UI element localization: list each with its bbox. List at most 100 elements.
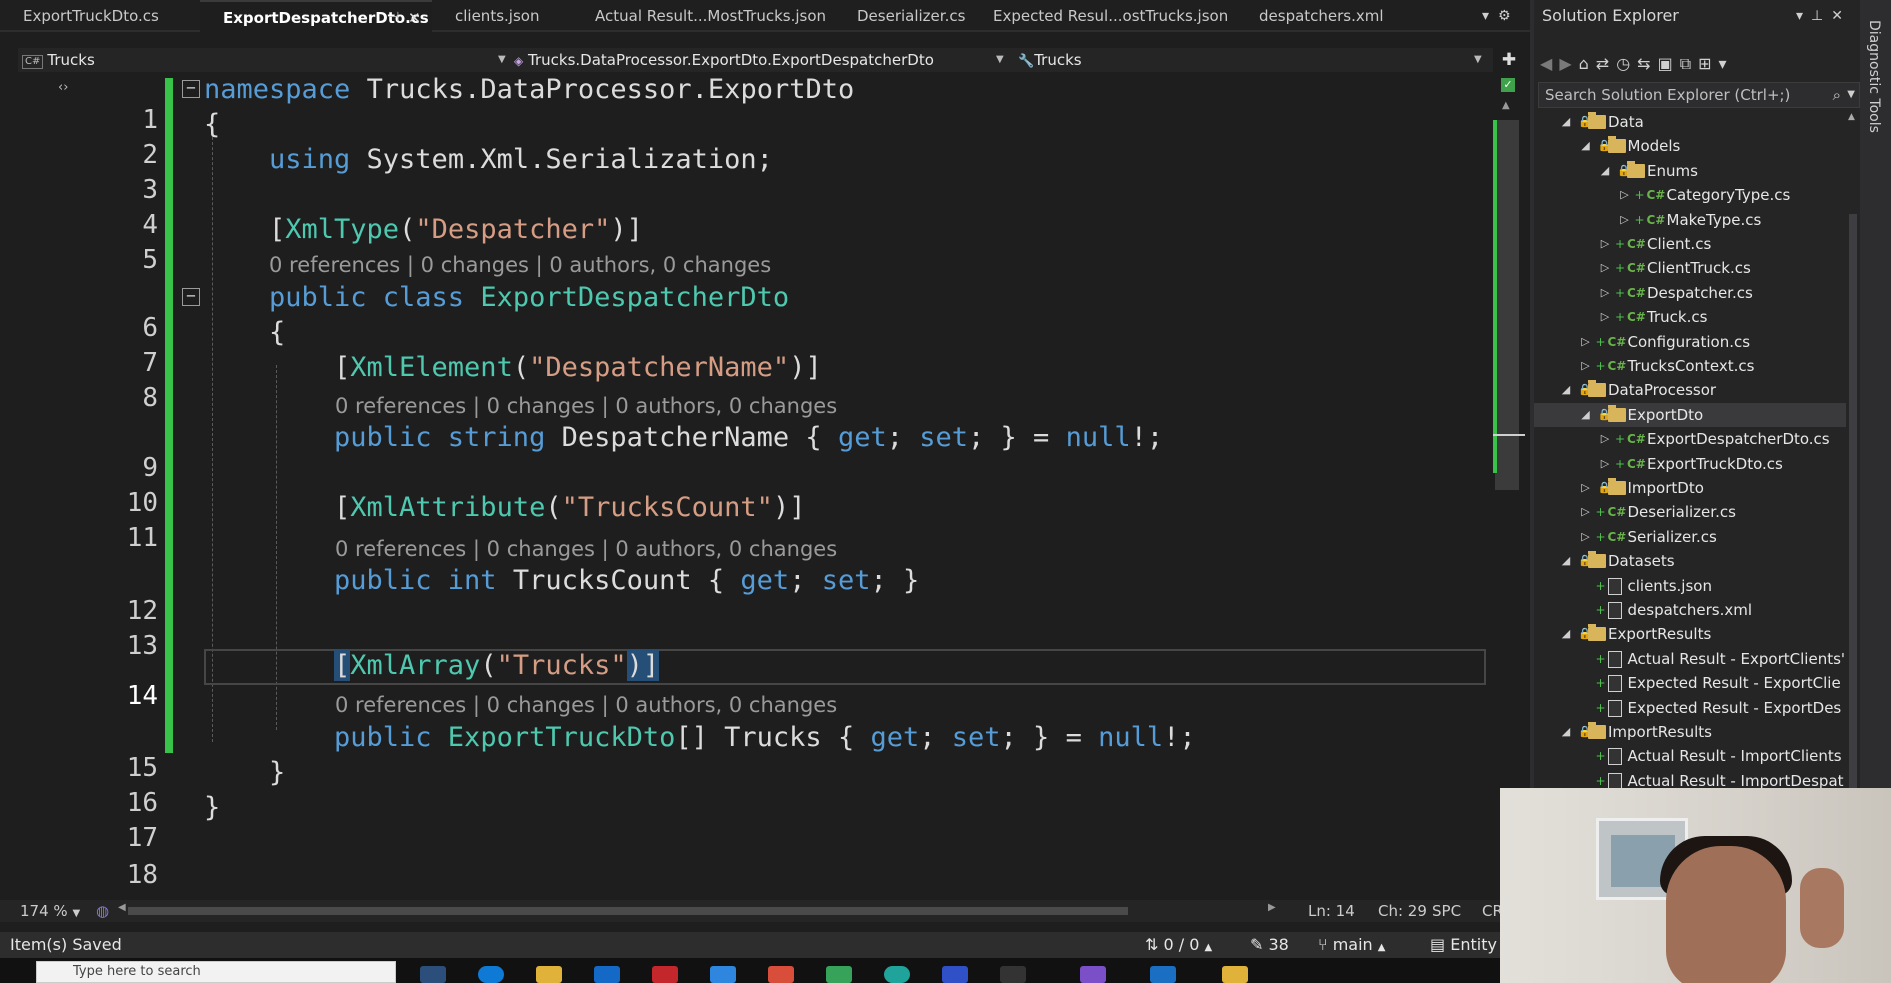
tree-node-actual-result-importclients[interactable]: + Actual Result - ImportClients bbox=[1534, 744, 1846, 768]
tree-node-importdto[interactable]: ▷ 🔒 ImportDto bbox=[1534, 476, 1846, 500]
solution-search-input[interactable]: Search Solution Explorer (Ctrl+;) ⌕ ▼ bbox=[1538, 82, 1860, 108]
tree-node-importresults[interactable]: ◢ 🔒 ImportResults bbox=[1534, 720, 1846, 744]
sync-icon[interactable]: ⇆ bbox=[1637, 54, 1657, 73]
codelens-info[interactable]: 0 references | 0 changes | 0 authors, 0 … bbox=[269, 252, 771, 278]
expanded-arrow-icon[interactable]: ◢ bbox=[1599, 159, 1611, 183]
tab-expected-result-mosttrucks[interactable]: Expected Resul...ostTrucks.json bbox=[970, 0, 1236, 32]
pin-icon[interactable]: ⊣ bbox=[388, 2, 399, 34]
codelens-info[interactable]: 0 references | 0 changes | 0 authors, 0 … bbox=[335, 393, 837, 419]
collapsed-arrow-icon[interactable]: ▷ bbox=[1619, 183, 1631, 207]
tree-node-exportdto[interactable]: ◢ 🔒 ExportDto bbox=[1534, 403, 1846, 427]
repository-indicator[interactable]: ▤ Entity bbox=[1430, 932, 1497, 958]
no-issues-check-icon[interactable]: ✓ bbox=[1501, 78, 1515, 92]
scroll-right-arrow-icon[interactable]: ▶ bbox=[1268, 902, 1276, 913]
close-tab-icon[interactable]: ✕ bbox=[408, 2, 421, 34]
app-icon[interactable] bbox=[768, 966, 794, 983]
expanded-arrow-icon[interactable]: ◢ bbox=[1560, 378, 1572, 402]
file-explorer-icon[interactable] bbox=[536, 966, 562, 983]
sync-indicator[interactable]: ⇅ 0 / 0 ▲ bbox=[1145, 932, 1212, 958]
preview-selected-icon[interactable]: ⊞ bbox=[1698, 54, 1718, 73]
tree-node-expected-result-exportclie[interactable]: + Expected Result - ExportClie bbox=[1534, 671, 1846, 695]
tree-node-serializer-cs[interactable]: ▷ + C# Serializer.cs bbox=[1534, 525, 1846, 549]
line-indicator[interactable]: Ln: 14 bbox=[1308, 900, 1355, 922]
task-view-icon[interactable] bbox=[420, 966, 446, 983]
branch-indicator[interactable]: ⑂ main ▲ bbox=[1318, 932, 1385, 958]
scroll-up-arrow-icon[interactable]: ▲ bbox=[1502, 100, 1510, 111]
tab-list-dropdown-icon[interactable]: ▾ bbox=[1482, 8, 1489, 24]
column-indicator[interactable]: Ch: 29 bbox=[1378, 900, 1427, 922]
tree-node-models[interactable]: ◢ 🔒 Models bbox=[1534, 134, 1846, 158]
switch-views-icon[interactable]: ⇄ bbox=[1596, 54, 1616, 73]
collapse-region-icon[interactable]: − bbox=[182, 80, 200, 98]
solution-explorer-scrollbar[interactable]: ▲ bbox=[1846, 110, 1860, 794]
app-icon[interactable] bbox=[1000, 966, 1026, 983]
app-icon[interactable] bbox=[884, 966, 910, 983]
close-icon[interactable]: ✕ bbox=[1831, 8, 1851, 24]
visual-studio-icon[interactable] bbox=[1080, 966, 1106, 983]
collapsed-arrow-icon[interactable]: ▷ bbox=[1580, 500, 1592, 524]
expanded-arrow-icon[interactable]: ◢ bbox=[1560, 110, 1572, 134]
tab-exporttruckdto[interactable]: ExportTruckDto.cs bbox=[0, 0, 200, 32]
app-icon[interactable] bbox=[710, 966, 736, 983]
tree-node-deserializer-cs[interactable]: ▷ + C# Deserializer.cs bbox=[1534, 500, 1846, 524]
codelens-info[interactable]: 0 references | 0 changes | 0 authors, 0 … bbox=[335, 692, 837, 718]
edge-icon[interactable] bbox=[478, 966, 504, 983]
editor-horizontal-scrollbar[interactable]: ◀ ▶ bbox=[118, 902, 1276, 916]
tree-node-enums[interactable]: ◢ 🔒 Enums bbox=[1534, 159, 1846, 183]
home-icon[interactable]: ⌂ bbox=[1579, 54, 1596, 73]
scroll-up-arrow-icon[interactable]: ▲ bbox=[1848, 112, 1855, 122]
chevron-down-icon[interactable]: ▼ bbox=[1847, 83, 1855, 107]
expanded-arrow-icon[interactable]: ◢ bbox=[1560, 549, 1572, 573]
diagnostic-tools-side-tab[interactable]: Diagnostic Tools bbox=[1860, 0, 1891, 790]
collapsed-arrow-icon[interactable]: ▷ bbox=[1580, 354, 1592, 378]
collapsed-arrow-icon[interactable]: ▷ bbox=[1580, 476, 1592, 500]
back-icon[interactable]: ◀ bbox=[1540, 54, 1559, 73]
app-icon[interactable] bbox=[1222, 966, 1248, 983]
type-dropdown[interactable]: ◈ Trucks.DataProcessor.ExportDto.ExportD… bbox=[514, 48, 1014, 72]
collapsed-arrow-icon[interactable]: ▷ bbox=[1599, 452, 1611, 476]
tree-node-clients-json[interactable]: + clients.json bbox=[1534, 574, 1846, 598]
taskbar-search-box[interactable]: Type here to search bbox=[36, 961, 396, 983]
search-icon[interactable]: ⌕ bbox=[1833, 83, 1841, 107]
mail-icon[interactable] bbox=[594, 966, 620, 983]
tree-node-exporttruckdto-cs[interactable]: ▷ + C# ExportTruckDto.cs bbox=[1534, 452, 1846, 476]
collapsed-arrow-icon[interactable]: ▷ bbox=[1619, 208, 1631, 232]
member-dropdown[interactable]: 🔧Trucks ▼ bbox=[1018, 48, 1488, 72]
tree-node-dataprocessor[interactable]: ◢ 🔒 DataProcessor bbox=[1534, 378, 1846, 402]
tree-node-truckscontext-cs[interactable]: ▷ + C# TrucksContext.cs bbox=[1534, 354, 1846, 378]
collapsed-arrow-icon[interactable]: ▷ bbox=[1599, 256, 1611, 280]
tree-node-truck-cs[interactable]: ▷ + C# Truck.cs bbox=[1534, 305, 1846, 329]
forward-icon[interactable]: ▶ bbox=[1559, 54, 1578, 73]
settings-gear-icon[interactable]: ⚙ bbox=[1498, 8, 1511, 24]
tree-node-configuration-cs[interactable]: ▷ + C# Configuration.cs bbox=[1534, 330, 1846, 354]
tree-node-actual-result-importdespat[interactable]: + Actual Result - ImportDespat bbox=[1534, 769, 1846, 790]
properties-icon[interactable]: ▾ bbox=[1719, 54, 1734, 73]
tree-node-clienttruck-cs[interactable]: ▷ + C# ClientTruck.cs bbox=[1534, 256, 1846, 280]
code-editor[interactable]: ‹› 1 − namespace Trucks.DataProcessor.Ex… bbox=[18, 72, 1493, 902]
expanded-arrow-icon[interactable]: ◢ bbox=[1560, 720, 1572, 744]
panel-menu-icon[interactable]: ▾ bbox=[1796, 8, 1811, 24]
editor-vertical-scrollbar[interactable]: ✓ ▲ bbox=[1493, 72, 1525, 902]
expanded-arrow-icon[interactable]: ◢ bbox=[1560, 622, 1572, 646]
collapsed-arrow-icon[interactable]: ▷ bbox=[1599, 305, 1611, 329]
intellicode-icon[interactable]: ◍ bbox=[96, 900, 109, 922]
pending-changes-indicator[interactable]: ✎ 38 bbox=[1250, 932, 1289, 958]
tree-node-actual-result-exportclients[interactable]: + Actual Result - ExportClients' bbox=[1534, 647, 1846, 671]
app-icon[interactable] bbox=[652, 966, 678, 983]
tree-node-client-cs[interactable]: ▷ + C# Client.cs bbox=[1534, 232, 1846, 256]
split-window-icon[interactable]: ✚ bbox=[1497, 48, 1521, 72]
collapse-all-icon[interactable]: ▣ bbox=[1658, 54, 1680, 73]
tree-node-exportresults[interactable]: ◢ 🔒 ExportResults bbox=[1534, 622, 1846, 646]
tab-actual-result-mosttrucks[interactable]: Actual Result...MostTrucks.json bbox=[572, 0, 834, 32]
tree-node-maketype-cs[interactable]: ▷ + C# MakeType.cs bbox=[1534, 208, 1846, 232]
tree-node-data[interactable]: ◢ 🔒 Data bbox=[1534, 110, 1846, 134]
collapsed-arrow-icon[interactable]: ▷ bbox=[1599, 232, 1611, 256]
tree-node-datasets[interactable]: ◢ 🔒 Datasets bbox=[1534, 549, 1846, 573]
app-icon[interactable] bbox=[826, 966, 852, 983]
scroll-left-arrow-icon[interactable]: ◀ bbox=[118, 902, 126, 913]
collapsed-arrow-icon[interactable]: ▷ bbox=[1599, 427, 1611, 451]
collapse-region-icon[interactable]: − bbox=[182, 288, 200, 306]
scrollbar-thumb[interactable] bbox=[128, 907, 1128, 915]
zoom-level-dropdown[interactable]: 174 % ▼ bbox=[20, 900, 80, 922]
app-icon[interactable] bbox=[1150, 966, 1176, 983]
